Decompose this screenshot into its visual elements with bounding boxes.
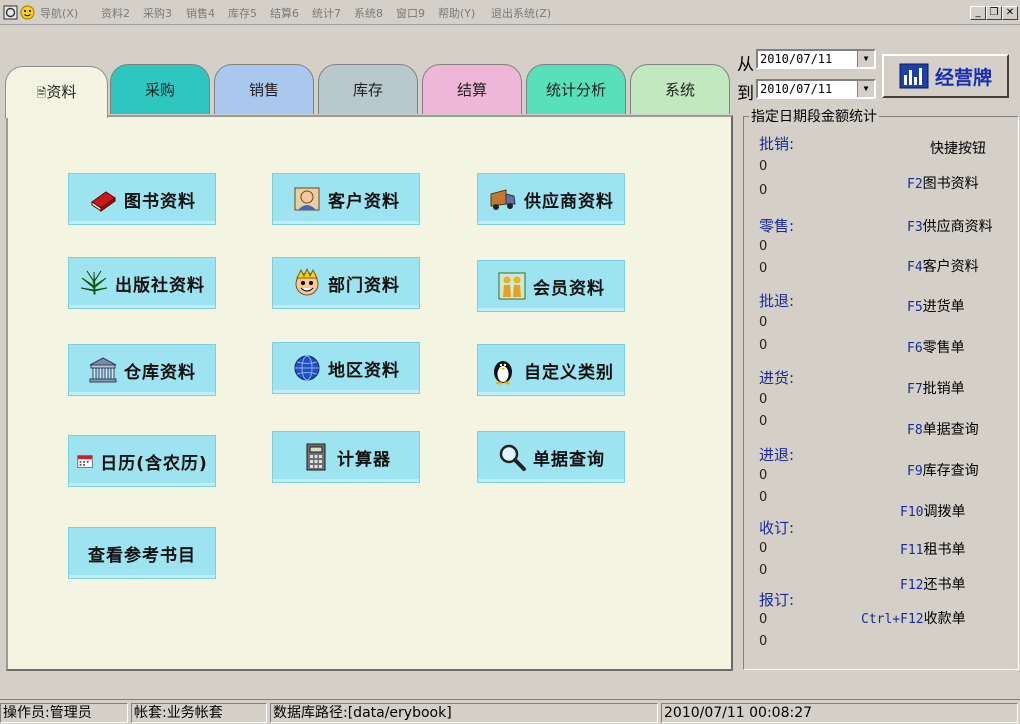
status-operator: 操作员:管理员 — [0, 703, 128, 723]
stat-label-order-reported: 报订: — [759, 591, 795, 609]
menu-purchase[interactable]: 采购3 — [143, 5, 172, 21]
minimize-button[interactable]: _ — [970, 6, 986, 20]
stat-value: 0 — [759, 612, 768, 627]
menu-exit[interactable]: 退出系统(Z) — [491, 5, 551, 21]
chevron-down-icon[interactable]: ▼ — [857, 81, 874, 97]
stat-label-retail: 零售: — [759, 217, 795, 235]
menu-settlement[interactable]: 结算6 — [270, 5, 299, 21]
tab-purchase[interactable]: 采购 — [110, 64, 210, 114]
stat-value: 0 — [759, 490, 768, 505]
chevron-down-icon[interactable]: ▼ — [857, 51, 874, 67]
member-data-button[interactable]: 会员资料 — [477, 260, 625, 312]
customer-icon — [292, 184, 322, 214]
face-icon — [292, 268, 322, 298]
department-data-button[interactable]: 部门资料 — [272, 257, 420, 309]
amount-statistics-panel — [743, 116, 1019, 670]
menu-inventory[interactable]: 库存5 — [228, 5, 257, 21]
stat-value: 0 — [759, 315, 768, 330]
status-datetime: 2010/07/11 00:08:27 — [661, 703, 1018, 723]
shortcut-f5[interactable]: F5进货单 — [907, 296, 965, 316]
shortcut-f11[interactable]: F11租书单 — [900, 539, 965, 559]
calculator-icon — [301, 442, 331, 472]
calculator-button[interactable]: 计算器 — [272, 431, 420, 483]
status-bar: 操作员:管理员 帐套:业务帐套 数据库路径:[data/erybook] 201… — [0, 699, 1020, 724]
stat-value: 0 — [759, 563, 768, 578]
stat-value: 0 — [759, 414, 768, 429]
close-button[interactable]: ✕ — [1002, 6, 1018, 20]
stat-value: 0 — [759, 392, 768, 407]
shortcut-f6[interactable]: F6零售单 — [907, 337, 965, 357]
stat-value: 0 — [759, 338, 768, 353]
menu-system[interactable]: 系统8 — [354, 5, 383, 21]
book-data-button[interactable]: 图书资料 — [68, 173, 216, 225]
bar-chart-icon — [899, 63, 929, 89]
business-report-button[interactable]: 经营牌 — [882, 54, 1009, 98]
truck-icon — [488, 184, 518, 214]
supplier-data-button[interactable]: 供应商资料 — [477, 173, 625, 225]
shortcut-f12[interactable]: F12还书单 — [900, 574, 965, 594]
stat-value: 0 — [759, 159, 768, 174]
shortcut-f3[interactable]: F3供应商资料 — [907, 216, 993, 236]
tab-inventory[interactable]: 库存 — [318, 64, 418, 114]
reference-books-button[interactable]: 查看参考书目 — [68, 527, 216, 579]
shortcut-f9[interactable]: F9库存查询 — [907, 460, 979, 480]
status-db-path: 数据库路径:[data/erybook] — [270, 703, 658, 723]
status-account: 帐套:业务帐套 — [131, 703, 267, 723]
penguin-icon — [488, 355, 518, 385]
calendar-icon — [76, 452, 94, 470]
stat-label-purchase: 进货: — [759, 369, 795, 387]
shortcut-ctrl-f12[interactable]: Ctrl+F12收款单 — [861, 608, 966, 628]
stat-label-wholesale-return: 批退: — [759, 292, 795, 310]
to-label: 到 — [737, 84, 754, 104]
region-data-button[interactable]: 地区资料 — [272, 342, 420, 394]
from-date-field[interactable]: 2010/07/11 ▼ — [756, 49, 876, 69]
stat-label-purchase-return: 进退: — [759, 446, 795, 464]
custom-category-button[interactable]: 自定义类别 — [477, 344, 625, 396]
publisher-data-button[interactable]: 出版社资料 — [68, 257, 216, 309]
shortcut-f10[interactable]: F10调拨单 — [900, 501, 965, 521]
menu-statistics[interactable]: 统计7 — [312, 5, 341, 21]
shortcut-f2[interactable]: F2图书资料 — [907, 173, 979, 193]
system-menu-icon[interactable] — [3, 5, 18, 20]
shortcut-f7[interactable]: F7批销单 — [907, 378, 965, 398]
menu-help[interactable]: 帮助(Y) — [438, 5, 475, 21]
stat-value: 0 — [759, 183, 768, 198]
from-label: 从 — [737, 55, 754, 75]
tab-statistics[interactable]: 统计分析 — [526, 64, 626, 114]
smiley-icon — [20, 5, 35, 20]
leaf-icon — [79, 268, 109, 298]
stat-label-order-received: 收订: — [759, 519, 795, 537]
stat-value: 0 — [759, 634, 768, 649]
menu-sales[interactable]: 销售4 — [186, 5, 215, 21]
menu-navigate[interactable]: 导航(X) — [40, 5, 78, 21]
warehouse-data-button[interactable]: 仓库资料 — [68, 344, 216, 396]
menu-data[interactable]: 资料2 — [101, 5, 130, 21]
stat-label-wholesale: 批销: — [759, 135, 795, 153]
tab-sales[interactable]: 销售 — [214, 64, 314, 114]
tab-system[interactable]: 系统 — [630, 64, 730, 114]
shortcut-f4[interactable]: F4客户资料 — [907, 256, 979, 276]
stat-value: 0 — [759, 261, 768, 276]
shortcut-title: 快捷按钮 — [930, 141, 986, 157]
customer-data-button[interactable]: 客户资料 — [272, 173, 420, 225]
document-query-button[interactable]: 单据查询 — [477, 431, 625, 483]
members-icon — [497, 271, 527, 301]
calendar-button[interactable]: 日历(含农历) — [68, 435, 216, 487]
warehouse-icon — [88, 355, 118, 385]
stat-value: 0 — [759, 239, 768, 254]
stat-value: 0 — [759, 541, 768, 556]
magnifier-icon — [497, 442, 527, 472]
stats-title: 指定日期段金额统计 — [749, 106, 879, 126]
globe-icon — [292, 353, 322, 383]
stat-value: 0 — [759, 468, 768, 483]
menu-window[interactable]: 窗口9 — [396, 5, 425, 21]
to-date-field[interactable]: 2010/07/11 ▼ — [756, 79, 876, 99]
restore-button[interactable]: ❐ — [986, 6, 1002, 20]
tab-data[interactable]: 🗎资料 — [5, 66, 108, 118]
tab-settlement[interactable]: 结算 — [422, 64, 522, 114]
menu-bar: 导航(X) 资料2 采购3 销售4 库存5 结算6 统计7 系统8 窗口9 帮助… — [0, 0, 1020, 25]
document-icon: 🗎 — [36, 86, 47, 100]
book-icon — [88, 184, 118, 214]
shortcut-f8[interactable]: F8单据查询 — [907, 419, 979, 439]
